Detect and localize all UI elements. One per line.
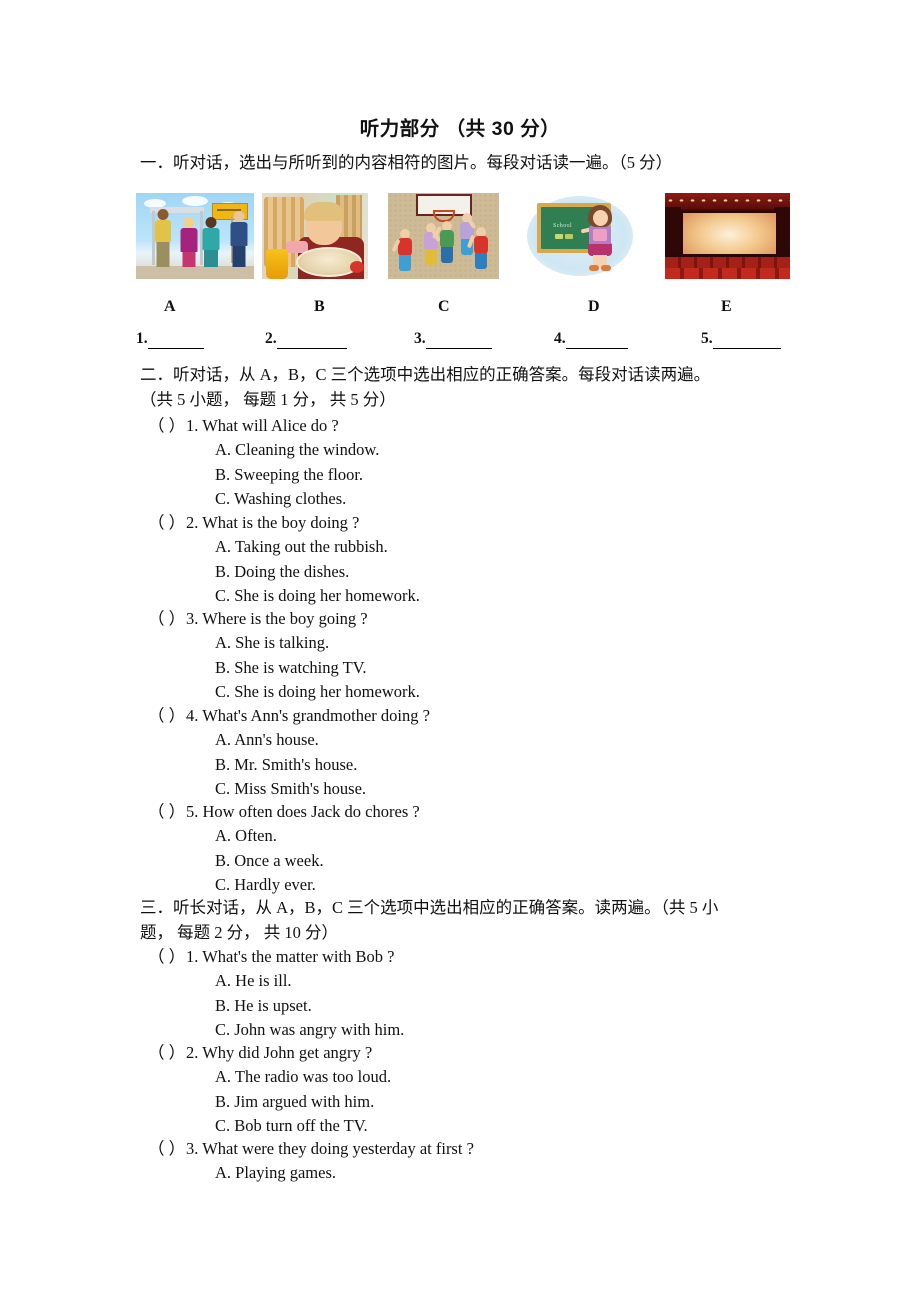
answer-blanks-row: 1. 2. 3. 4. 5. [136,330,796,356]
q3-3-text: What were they doing yesterday at first … [202,1139,474,1158]
answer-blank-2-number: 2. [265,330,277,347]
q2-5-checkbox[interactable]: （ ） [148,800,186,824]
picture-label-c: C [438,298,450,315]
answer-blank-4-number: 4. [554,330,566,347]
section-2-question-4: （ ）4. What's Ann's grandmother doing ? A… [148,704,788,801]
q3-1-option-c[interactable]: C. John was angry with him. [148,1018,788,1042]
q3-2-text: Why did John get angry ? [202,1043,373,1062]
picture-strip: School [136,193,790,279]
section-2-heading: 二．听对话，从 A，B，C 三个选项中选出相应的正确答案。每段对话读两遍。 （共… [140,362,800,412]
q2-1-number: 1. [186,416,199,435]
q2-2-checkbox[interactable]: （ ） [148,511,186,535]
q3-2-option-c[interactable]: C. Bob turn off the TV. [148,1114,788,1138]
picture-b [262,193,368,279]
picture-label-d: D [588,298,600,315]
q3-2-option-b[interactable]: B. Jim argued with him. [148,1090,788,1114]
q3-1-option-b[interactable]: B. He is upset. [148,994,788,1018]
q2-1-option-a[interactable]: A. Cleaning the window. [148,438,788,462]
q2-3-option-a[interactable]: A. She is talking. [148,631,788,655]
q2-4-option-b[interactable]: B. Mr. Smith's house. [148,753,788,777]
answer-blank-3-number: 3. [414,330,426,347]
section-2-heading-line-2: （共 5 小题， 每题 1 分， 共 5 分） [140,390,396,409]
q2-5-option-a[interactable]: A. Often. [148,824,788,848]
q2-1-option-c[interactable]: C. Washing clothes. [148,487,788,511]
answer-blank-4[interactable]: 4. [554,330,628,349]
q3-3-number: 3. [186,1139,199,1158]
q2-5-option-b[interactable]: B. Once a week. [148,849,788,873]
picture-label-b: B [314,298,325,315]
picture-d: School [525,193,635,279]
picture-e [665,193,790,279]
q2-4-text: What's Ann's grandmother doing ? [202,706,430,725]
answer-blank-5-number: 5. [701,330,713,347]
blackboard-text: School [553,223,573,229]
answer-blank-3[interactable]: 3. [414,330,492,349]
q2-2-option-b[interactable]: B. Doing the dishes. [148,560,788,584]
answer-blank-1[interactable]: 1. [136,330,204,349]
picture-label-a: A [164,298,176,315]
answer-blank-2[interactable]: 2. [265,330,347,349]
answer-blank-1-number: 1. [136,330,148,347]
picture-c [388,193,499,279]
q2-1-text: What will Alice do ? [202,416,339,435]
q3-3-option-a[interactable]: A. Playing games. [148,1161,788,1185]
q2-1-checkbox[interactable]: （ ） [148,414,186,438]
q3-2-option-a[interactable]: A. The radio was too loud. [148,1065,788,1089]
q3-1-text: What's the matter with Bob ? [202,947,395,966]
q2-3-option-c[interactable]: C. She is doing her homework. [148,680,788,704]
q2-3-option-b[interactable]: B. She is watching TV. [148,656,788,680]
q2-3-number: 3. [186,609,199,628]
q2-5-text: How often does Jack do chores ? [202,802,420,821]
q2-4-option-a[interactable]: A. Ann's house. [148,728,788,752]
section-1-heading: 一．听对话，选出与所听到的内容相符的图片。每段对话读一遍。（5 分） [140,153,673,172]
section-3-heading-line-1: 三．听长对话，从 A，B，C 三个选项中选出相应的正确答案。读两遍。（共 5 小 [140,898,719,917]
section-3-heading: 三．听长对话，从 A，B，C 三个选项中选出相应的正确答案。读两遍。（共 5 小… [140,895,805,945]
section-3-question-1: （ ）1. What's the matter with Bob ? A. He… [148,945,788,1042]
q3-2-checkbox[interactable]: （ ） [148,1041,186,1065]
q2-3-text: Where is the boy going ? [202,609,368,628]
q2-2-text: What is the boy doing ? [202,513,360,532]
q2-5-number: 5. [186,802,199,821]
picture-label-e: E [721,298,732,315]
page-title: 听力部分 （共 30 分） [359,118,561,140]
q2-1-option-b[interactable]: B. Sweeping the floor. [148,463,788,487]
q2-2-option-a[interactable]: A. Taking out the rubbish. [148,535,788,559]
section-2-question-5: （ ）5. How often does Jack do chores ? A.… [148,800,788,897]
q3-1-checkbox[interactable]: （ ） [148,945,186,969]
q3-3-checkbox[interactable]: （ ） [148,1137,186,1161]
q2-4-option-c[interactable]: C. Miss Smith's house. [148,777,788,801]
q3-1-number: 1. [186,947,199,966]
q3-2-number: 2. [186,1043,199,1062]
q2-4-checkbox[interactable]: （ ） [148,704,186,728]
section-2-heading-line-1: 二．听对话，从 A，B，C 三个选项中选出相应的正确答案。每段对话读两遍。 [140,365,711,384]
section-2-question-1: （ ）1. What will Alice do ? A. Cleaning t… [148,414,788,511]
section-2-question-3: （ ）3. Where is the boy going ? A. She is… [148,607,788,704]
q3-1-option-a[interactable]: A. He is ill. [148,969,788,993]
section-2-question-2: （ ）2. What is the boy doing ? A. Taking … [148,511,788,608]
q2-3-checkbox[interactable]: （ ） [148,607,186,631]
picture-a [136,193,254,279]
q2-5-option-c[interactable]: C. Hardly ever. [148,873,788,897]
q2-2-number: 2. [186,513,199,532]
exam-page: 听力部分 （共 30 分） 一．听对话，选出与所听到的内容相符的图片。每段对话读… [0,0,920,1302]
section-3-question-3: （ ）3. What were they doing yesterday at … [148,1137,788,1186]
picture-labels-row: A B C D E [136,298,796,320]
q2-4-number: 4. [186,706,199,725]
section-3-heading-line-2: 题， 每题 2 分， 共 10 分） [140,923,338,942]
q2-2-option-c[interactable]: C. She is doing her homework. [148,584,788,608]
answer-blank-5[interactable]: 5. [701,330,781,349]
section-3-question-2: （ ）2. Why did John get angry ? A. The ra… [148,1041,788,1138]
